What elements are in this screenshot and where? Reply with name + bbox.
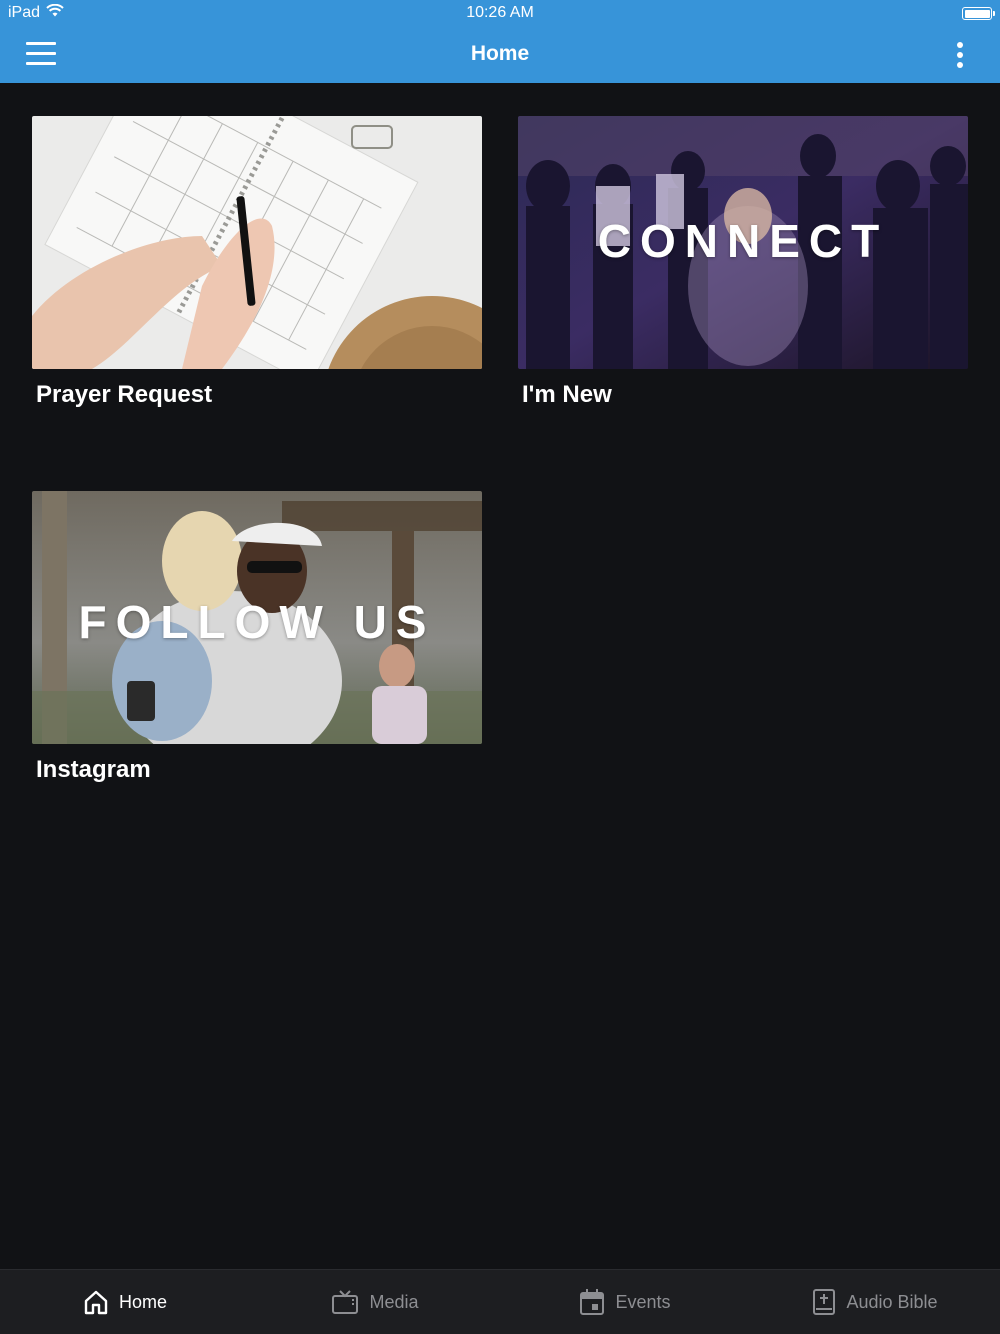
battery-icon xyxy=(962,7,995,20)
notebook-calendar-hands-photo xyxy=(32,116,482,369)
people-hugging-photo: FOLLOW US xyxy=(32,491,482,744)
status-bar: iPad 10:26 AM xyxy=(0,0,1000,26)
nav-events-label: Events xyxy=(615,1291,671,1312)
bible-icon xyxy=(812,1288,836,1316)
connect-overlay-text: CONNECT xyxy=(597,215,889,267)
nav-events[interactable]: Events xyxy=(500,1270,750,1334)
bottom-navigation: Home Media Events Audio Bible xyxy=(0,1269,1000,1334)
status-time: 10:26 AM xyxy=(466,4,534,21)
calendar-icon xyxy=(579,1288,605,1316)
tv-icon xyxy=(331,1289,359,1315)
nav-media-label: Media xyxy=(369,1291,419,1312)
app-header: iPad 10:26 AM Home xyxy=(0,0,1000,83)
home-icon xyxy=(83,1289,109,1315)
nav-home-label: Home xyxy=(118,1291,167,1312)
nav-home[interactable]: Home xyxy=(0,1270,250,1334)
follow-us-overlay-text: FOLLOW US xyxy=(78,596,436,648)
page-title: Home xyxy=(470,42,530,65)
more-vertical-icon[interactable] xyxy=(948,40,972,70)
tile-label: Prayer Request xyxy=(36,381,213,408)
tile-label: I'm New xyxy=(522,381,612,408)
tile-im-new[interactable]: CONNECT I'm New xyxy=(518,116,968,409)
nav-audio-bible-label: Audio Bible xyxy=(846,1291,938,1312)
nav-media[interactable]: Media xyxy=(250,1270,500,1334)
tile-prayer-request[interactable]: Prayer Request xyxy=(32,116,482,409)
tile-instagram[interactable]: FOLLOW US Instagram xyxy=(32,491,482,784)
church-worship-crowd-photo: CONNECT xyxy=(518,116,968,369)
tile-label: Instagram xyxy=(36,756,151,783)
nav-audio-bible[interactable]: Audio Bible xyxy=(750,1270,1000,1334)
